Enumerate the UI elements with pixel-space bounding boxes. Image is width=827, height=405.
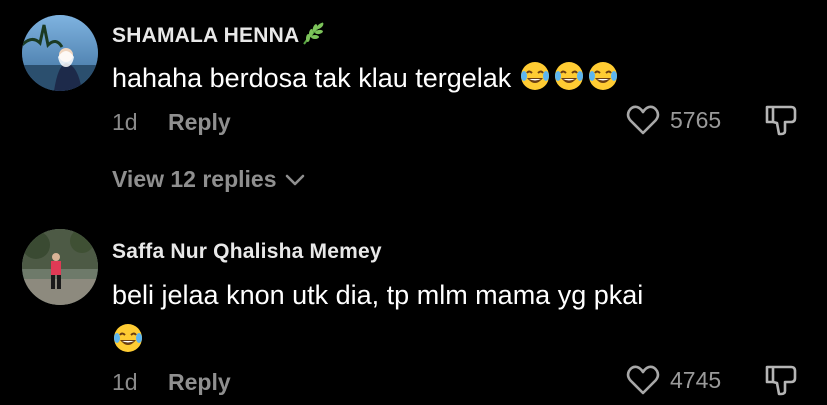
reply-button[interactable]: Reply xyxy=(168,369,231,396)
comment-text-content: hahaha berdosa tak klau tergelak xyxy=(112,63,512,93)
comment-time: 1d xyxy=(112,109,138,135)
view-replies-button[interactable]: View 12 replies xyxy=(112,166,305,193)
herb-emoji-icon xyxy=(303,22,325,45)
like-button[interactable]: 4745 xyxy=(626,364,721,396)
like-count: 4745 xyxy=(670,366,722,393)
emoji-group xyxy=(511,62,621,93)
username-text: Saffa Nur Qhalisha Memey xyxy=(112,240,382,263)
avatar-image xyxy=(22,15,98,91)
thumbs-down-icon[interactable] xyxy=(764,363,798,397)
face-with-tears-of-joy-icon xyxy=(114,324,142,352)
username[interactable]: Saffa Nur Qhalisha Memey xyxy=(112,240,382,264)
heart-outline-icon xyxy=(626,365,660,395)
chevron-down-icon xyxy=(285,174,304,185)
comment-text: hahaha berdosa tak klau tergelak xyxy=(112,60,621,94)
comment-text: beli jelaa knon utk dia, tp mlm mama yg … xyxy=(112,280,643,311)
like-button[interactable]: 5765 xyxy=(626,104,721,136)
avatar[interactable] xyxy=(22,229,98,305)
reply-button[interactable]: Reply xyxy=(168,109,231,136)
thumbs-down-icon[interactable] xyxy=(764,103,798,137)
like-count: 5765 xyxy=(670,106,722,133)
face-with-tears-of-joy-icon xyxy=(588,62,617,90)
username-text: SHAMALA HENNA xyxy=(112,24,300,47)
face-with-tears-of-joy-icon xyxy=(520,62,549,90)
view-replies-label: View 12 replies xyxy=(112,166,277,192)
username[interactable]: SHAMALA HENNA xyxy=(112,20,327,48)
face-with-tears-of-joy-icon xyxy=(554,62,583,90)
comment-time: 1d xyxy=(112,369,138,395)
avatar[interactable] xyxy=(22,15,98,91)
avatar-image xyxy=(22,229,98,305)
heart-outline-icon xyxy=(626,105,660,135)
comment-text-content: beli jelaa knon utk dia, tp mlm mama yg … xyxy=(112,280,644,310)
